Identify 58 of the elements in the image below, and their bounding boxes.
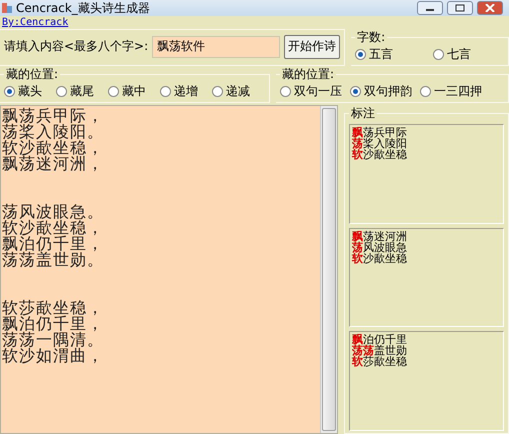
poem-line: 飘泊仍千里，: [2, 316, 105, 332]
annotation-line: 荡风波眼急: [352, 242, 408, 253]
poem-line: 荡荡盖世勋。: [2, 252, 105, 268]
group-title: 标注: [350, 105, 376, 122]
radio-option[interactable]: 藏中: [108, 83, 146, 100]
group-title: 藏的位置:: [281, 66, 336, 83]
radio-option[interactable]: 藏头: [4, 83, 42, 100]
poem-text-area[interactable]: 飘荡兵甲际， 荡桨入陵阳。 软沙歃坐稳， 飘荡迷河洲， 荡风波眼急。 软沙歃坐稳， 飘泊仍千里， 荡荡盖世勋。 软莎歃坐稳， 飘泊仍千里， 荡荡一隅清。 软沙如渭曲，: [0, 105, 338, 434]
annotation-line: 软莎歃坐稳: [352, 356, 408, 368]
poem-line: 荡风波眼急。: [2, 204, 105, 220]
radio-option[interactable]: 递减: [212, 83, 250, 100]
radio-icon[interactable]: [108, 86, 119, 97]
radio-option[interactable]: 一三四押: [420, 83, 482, 100]
annotation-line: 荡桨入陵阳: [352, 138, 408, 149]
annotation-line: 软沙歃坐稳: [352, 252, 408, 264]
radio-icon[interactable]: [420, 86, 431, 97]
poem-line: 荡桨入陵阳。: [2, 124, 105, 140]
radio-option[interactable]: 藏尾: [56, 83, 94, 100]
annotation-line: 软沙歃坐稳: [352, 149, 408, 160]
poem-line: 软沙歃坐稳，: [2, 140, 105, 156]
poem-line: 飘荡迷河洲，: [2, 156, 105, 172]
radio-icon[interactable]: [355, 49, 366, 60]
author-link[interactable]: By:Cencrack: [0, 16, 70, 29]
poem-line: 软莎歃坐稳，: [2, 300, 105, 316]
annotation-line: 飘泊仍千里: [352, 334, 408, 346]
poem-line: 飘荡兵甲际，: [2, 108, 105, 124]
start-button[interactable]: 开始作诗: [284, 34, 340, 58]
app-icon: [2, 3, 12, 13]
radio-icon[interactable]: [56, 86, 67, 97]
radio-icon[interactable]: [212, 86, 223, 97]
content-input[interactable]: 飘荡软件: [152, 36, 280, 58]
annotation-line: 飘荡迷河洲: [352, 230, 408, 242]
radio-option[interactable]: 双句押韵: [350, 83, 412, 100]
radio-option[interactable]: 递增: [160, 83, 198, 100]
maximize-button[interactable]: [447, 1, 473, 15]
radio-icon[interactable]: [350, 86, 361, 97]
scrollbar[interactable]: [320, 106, 337, 433]
radio-option[interactable]: 双句一压: [280, 83, 342, 100]
input-label: 请填入内容<最多八个字>:: [4, 38, 148, 55]
window-title: Cencrack_藏头诗生成器: [16, 0, 151, 16]
close-button[interactable]: [477, 1, 503, 15]
poem-line: 软沙歃坐稳，: [2, 220, 105, 236]
annotation-line: 飘荡兵甲际: [352, 127, 408, 138]
annotation-line: 荡荡盖世勋: [352, 345, 408, 356]
poem-line: 软沙如渭曲，: [2, 348, 105, 364]
radio-icon[interactable]: [280, 86, 291, 97]
group-title: 藏的位置:: [5, 66, 60, 83]
radio-icon[interactable]: [4, 86, 15, 97]
radio-option[interactable]: 五言: [355, 46, 394, 63]
radio-icon[interactable]: [433, 49, 444, 60]
minimize-button[interactable]: [417, 1, 443, 15]
radio-icon[interactable]: [160, 86, 171, 97]
group-title: 字数:: [356, 29, 386, 46]
poem-line: 荡荡一隅清。: [2, 332, 105, 348]
close-icon: [485, 4, 495, 12]
poem-line: 飘泊仍千里，: [2, 236, 105, 252]
maximize-icon: [455, 4, 465, 12]
radio-option[interactable]: 七言: [433, 46, 472, 63]
